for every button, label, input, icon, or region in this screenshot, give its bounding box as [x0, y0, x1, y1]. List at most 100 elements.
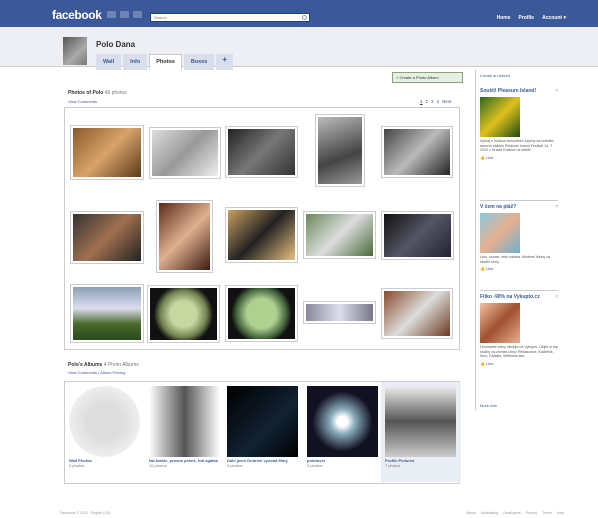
ad-title[interactable]: Soutěž Pleasure Island! [480, 88, 540, 94]
tab-wall[interactable]: Wall [96, 54, 122, 70]
album-polotover[interactable]: polotover 2 photos [303, 382, 383, 482]
photo-grid [64, 107, 460, 350]
footer-about-link[interactable]: About [467, 511, 476, 515]
nav-profile-link[interactable]: Profile [519, 15, 535, 21]
ad-image[interactable] [480, 97, 520, 137]
photo-thumbnail[interactable] [381, 126, 453, 178]
facebook-logo[interactable]: facebook [52, 8, 102, 22]
photo-thumbnail[interactable] [225, 285, 298, 342]
like-label[interactable]: Like [486, 266, 493, 271]
page-1[interactable]: 1 [420, 99, 423, 104]
ad-fitko[interactable]: Fitko -90% na Vykupto.cz × Hromadné slev… [480, 294, 558, 366]
photo-thumbnail[interactable] [149, 127, 221, 179]
close-icon[interactable]: × [555, 204, 558, 210]
notification-jewels [107, 11, 142, 18]
footer-privacy-link[interactable]: Privacy [526, 511, 537, 515]
album-profile-pictures[interactable]: Profile Pictures 7 photos [381, 382, 461, 482]
nav-home-link[interactable]: Home [497, 15, 511, 21]
album-name[interactable]: tak takhle, prosím pekne, foti agatka 10… [149, 458, 225, 468]
photo-thumbnail[interactable] [156, 200, 213, 273]
ad-plaz[interactable]: V čem na pláž? × Léto, slunce, letní nál… [480, 204, 558, 271]
like-label[interactable]: Like [486, 155, 493, 160]
friend-requests-icon[interactable] [107, 11, 116, 18]
album-cover[interactable] [69, 386, 140, 457]
page-3[interactable]: 3 [431, 99, 434, 104]
photo-thumbnail[interactable] [225, 207, 298, 263]
page-4[interactable]: 4 [437, 99, 440, 104]
close-icon[interactable]: × [555, 294, 558, 300]
album-agatka[interactable]: tak takhle, prosím pekne, foti agatka 10… [145, 382, 225, 482]
search-icon[interactable] [302, 15, 307, 20]
notifications-icon[interactable] [133, 11, 142, 18]
photo-thumbnail[interactable] [70, 284, 144, 343]
photo-thumbnail[interactable] [70, 125, 144, 180]
photos-count: 46 photos [104, 90, 127, 96]
like-button[interactable]: 👍 Like [480, 155, 558, 160]
view-comments-link[interactable]: View Comments [68, 99, 97, 104]
album-cover[interactable] [149, 386, 220, 457]
albums-count: 4 Photo Albums [103, 362, 139, 368]
footer-advertising-link[interactable]: Advertising [481, 511, 498, 515]
avatar[interactable] [63, 37, 87, 65]
ad-title[interactable]: V čem na pláž? [480, 204, 540, 210]
ad-image[interactable] [480, 213, 520, 253]
album-name[interactable]: Profile Pictures 7 photos [385, 458, 461, 468]
photo-thumbnail[interactable] [303, 211, 376, 259]
add-tab-button[interactable]: + [216, 54, 234, 70]
album-cover[interactable] [227, 386, 298, 457]
ad-title[interactable]: Fitko -90% na Vykupto.cz [480, 294, 540, 300]
create-photo-album-button[interactable]: + Create a Photo Album [392, 72, 463, 83]
footer-links: About Advertising Developers Privacy Ter… [467, 511, 564, 515]
album-name[interactable]: Dalo jsem Ondrovi vyvolat filmy 4 photos [227, 458, 303, 468]
photo-thumbnail[interactable] [303, 301, 376, 324]
photo-thumbnail[interactable] [381, 288, 453, 339]
ad-divider [480, 200, 558, 201]
photo-thumbnail[interactable] [381, 211, 454, 260]
next-page-link[interactable]: Next [442, 99, 451, 104]
ad-divider [480, 290, 558, 291]
photo-thumbnail[interactable] [315, 114, 365, 187]
page-2[interactable]: 2 [426, 99, 429, 104]
footer-copyright: Facebook © 2010 · English (US) [60, 511, 111, 515]
ad-text: Hromadné slevy sleduje na Vykupto. Užijt… [480, 345, 558, 358]
tab-boxes[interactable]: Boxes [183, 54, 215, 70]
footer-terms-link[interactable]: Terms [542, 511, 552, 515]
album-filmy[interactable]: Dalo jsem Ondrovi vyvolat filmy 4 photos [223, 382, 303, 482]
album-name[interactable]: Wall Photos 0 photos [69, 458, 145, 468]
footer-developers-link[interactable]: Developers [503, 511, 521, 515]
album-links[interactable]: View Comments | Album Privacy [68, 370, 126, 375]
footer-help-link[interactable]: Help [557, 511, 564, 515]
album-cover[interactable] [307, 386, 378, 457]
more-ads-link[interactable]: More Ads [480, 403, 497, 408]
like-button[interactable]: 👍 Like [480, 361, 558, 366]
create-ad-link[interactable]: Create an Advert [480, 73, 510, 78]
photo-thumbnail[interactable] [70, 211, 144, 264]
album-name[interactable]: polotover 2 photos [307, 458, 383, 468]
tab-photos[interactable]: Photos [149, 54, 182, 70]
album-count: 0 photos [69, 463, 85, 468]
photo-thumbnail[interactable] [147, 285, 220, 343]
albums-title-row: Polo's Albums 4 Photo Albums [68, 362, 139, 368]
top-bar: facebook Search Home Profile Account ▾ [0, 0, 598, 27]
profile-name[interactable]: Polo Dana [96, 40, 135, 49]
ad-image[interactable] [480, 303, 520, 343]
album-cover[interactable] [385, 386, 456, 457]
messages-icon[interactable] [120, 11, 129, 18]
like-label[interactable]: Like [486, 361, 493, 366]
search-input[interactable]: Search [150, 13, 310, 22]
ad-pleasure-island[interactable]: Soutěž Pleasure Island! × Vyhraj s Vodko… [480, 88, 558, 160]
pager: 1 2 3 4 Next [420, 99, 451, 104]
ad-text: Vyhraj s Vodkou Amundsen lupeny na uniká… [480, 139, 554, 152]
albums-strip: Wall Photos 0 photos tak takhle, prosím … [64, 381, 461, 484]
like-button[interactable]: 👍 Like [480, 266, 558, 271]
album-wall-photos[interactable]: Wall Photos 0 photos [65, 382, 145, 482]
close-icon[interactable]: × [555, 88, 558, 94]
search-placeholder: Search [154, 15, 167, 20]
profile-header: Polo Dana Wall Info Photos Boxes + [0, 27, 598, 70]
tab-info[interactable]: Info [123, 54, 148, 70]
nav-account-menu[interactable]: Account ▾ [542, 15, 566, 21]
albums-title: Polo's Albums [68, 362, 103, 368]
album-count: 4 photos [227, 463, 243, 468]
album-count: 2 photos [307, 463, 323, 468]
photo-thumbnail[interactable] [225, 126, 298, 178]
